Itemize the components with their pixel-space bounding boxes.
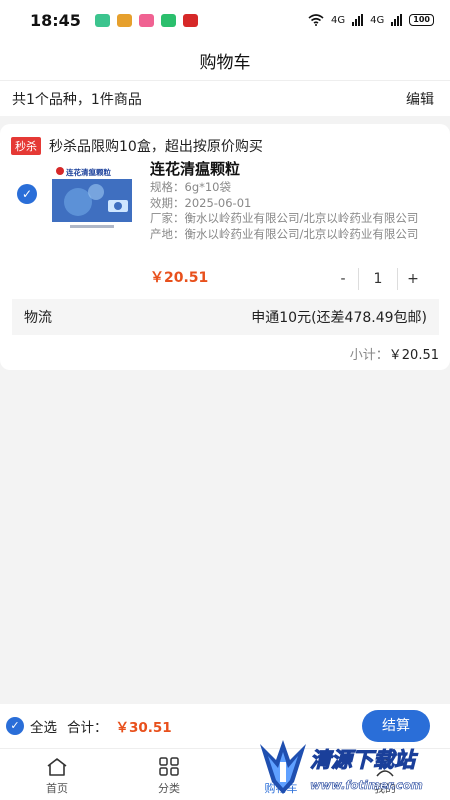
quantity-value[interactable]: 1 <box>358 268 398 290</box>
grid-icon <box>159 757 179 776</box>
status-time: 18:45 <box>30 10 81 30</box>
watermark-logo <box>260 740 306 794</box>
signal-icon <box>352 14 364 26</box>
signal-label-2: 4G <box>370 14 385 26</box>
total-label: 合计： <box>67 720 108 736</box>
total-value: ￥30.51 <box>115 720 172 736</box>
message-icon <box>94 13 110 27</box>
subtotal: 小计：￥20.51 <box>350 344 439 363</box>
logistics-label: 物流 <box>24 310 52 326</box>
product-image[interactable]: 连花清瘟颗粒 <box>50 162 136 235</box>
nav-bar: 购物车 <box>0 40 450 80</box>
item-checkbox[interactable]: ✓ <box>17 184 37 204</box>
tab-home[interactable]: 首页 <box>17 749 97 800</box>
status-bar: 18:45 4G 4G 100 <box>0 0 450 40</box>
cart-summary: 共1个品种，1件商品 编辑 <box>0 80 450 116</box>
select-all-checkbox[interactable]: ✓ <box>6 717 24 735</box>
edit-button[interactable]: 编辑 <box>406 89 434 109</box>
tab-category-label: 分类 <box>158 782 180 795</box>
page-title: 购物车 <box>199 52 251 73</box>
cart-count: 共1个品种，1件商品 <box>12 91 142 108</box>
weibo-icon <box>116 13 132 27</box>
logistics-row[interactable]: 物流 申通10元(还差478.49包邮) <box>12 299 439 335</box>
tab-home-label: 首页 <box>46 782 68 795</box>
product-origin: 产地：衡水以岭药业有限公司/北京以岭药业有限公司 <box>150 226 419 241</box>
subtotal-value: ￥20.51 <box>388 348 439 363</box>
app-icon <box>138 13 154 27</box>
box-label: 连花清瘟颗粒 <box>66 167 111 177</box>
wifi-icon <box>308 14 324 26</box>
watermark: 清源下载站 www.fotimer.com <box>258 738 438 800</box>
system-icons: 4G 4G 100 <box>308 14 434 26</box>
shop-icon <box>182 13 198 27</box>
calendar-icon <box>160 13 176 27</box>
flash-sale-badge: 秒杀 <box>11 137 41 155</box>
home-icon <box>47 758 67 776</box>
signal-label-1: 4G <box>331 14 346 26</box>
product-price: ￥20.51 <box>150 270 209 286</box>
increase-button[interactable]: + <box>398 271 428 287</box>
product-spec: 规格：6g*10袋 <box>150 180 231 194</box>
product-expiry: 效期：2025-06-01 <box>150 195 252 210</box>
product-name[interactable]: 连花清瘟颗粒 <box>150 160 440 178</box>
watermark-url: www.fotimer.com <box>310 778 423 793</box>
quantity-stepper: - 1 + <box>328 268 428 290</box>
product-info: 连花清瘟颗粒 规格：6g*10袋 效期：2025-06-01 厂家：衡水以岭药业… <box>150 160 440 242</box>
product-maker: 厂家：衡水以岭药业有限公司/北京以岭药业有限公司 <box>150 211 419 225</box>
signal-icon-2 <box>391 14 403 26</box>
promo-row: 秒杀 秒杀品限购10盒，超出按原价购买 <box>11 136 263 156</box>
subtotal-label: 小计： <box>349 348 389 363</box>
tab-category[interactable]: 分类 <box>129 749 209 800</box>
promo-text: 秒杀品限购10盒，超出按原价购买 <box>49 139 263 155</box>
select-all-label[interactable]: 全选 <box>30 716 57 736</box>
notification-icons <box>94 13 198 27</box>
decrease-button[interactable]: - <box>328 271 358 287</box>
battery-icon: 100 <box>409 14 434 26</box>
watermark-title: 清源下载站 <box>310 748 416 773</box>
logistics-value: 申通10元(还差478.49包邮) <box>251 310 427 326</box>
